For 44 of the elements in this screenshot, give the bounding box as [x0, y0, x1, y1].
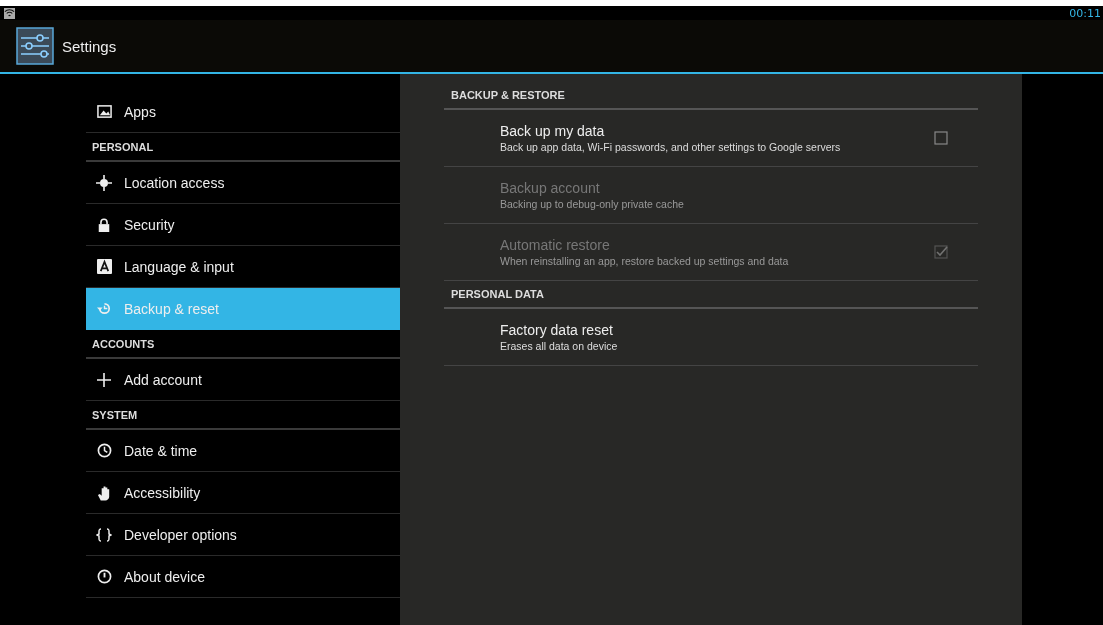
preference-summary: When reinstalling an app, restore backed up settings and data: [500, 255, 790, 267]
preference-title: Automatic restore: [500, 237, 611, 253]
sidebar-item-label: About device: [124, 568, 205, 585]
sidebar-item-label: Language & input: [124, 258, 234, 275]
picture-icon: [96, 103, 112, 120]
sidebar-item[interactable]: Accessibility: [86, 472, 400, 514]
clock-icon: [96, 442, 112, 459]
section-header: PERSONAL DATA: [444, 281, 978, 309]
sidebar-item-label: Apps: [124, 103, 156, 120]
location-icon: [96, 174, 112, 191]
braces-icon: [96, 526, 112, 543]
lock-icon: [96, 216, 112, 233]
preference-row[interactable]: Factory data reset Erases all data on device: [444, 309, 978, 366]
hand-icon: [96, 484, 112, 501]
sidebar-item-label: Security: [124, 216, 175, 233]
plus-icon: [96, 371, 112, 388]
preference-row[interactable]: Back up my data Back up app data, Wi-Fi passwords, and other settings to Google servers: [444, 110, 978, 167]
settings-sliders-icon[interactable]: [16, 27, 54, 65]
sidebar-header: SYSTEM: [86, 401, 400, 430]
restore-icon: [96, 300, 112, 317]
sidebar-item-label: Backup & reset: [124, 300, 219, 317]
preference-title: Factory data reset: [500, 322, 614, 338]
sidebar-item-label: Add account: [124, 371, 202, 388]
sidebar-item-label: Accessibility: [124, 484, 201, 501]
sidebar-item[interactable]: Security: [86, 204, 400, 246]
preference-summary: Back up app data, Wi-Fi passwords, and other settings to Google servers: [500, 141, 842, 153]
sidebar-item-label: Location access: [124, 174, 225, 191]
sidebar-item[interactable]: Apps: [86, 91, 400, 133]
sidebar-item[interactable]: Location access: [86, 162, 400, 204]
preference-summary: Erases all data on device: [500, 340, 619, 352]
section-header: BACKUP & RESTORE: [444, 82, 978, 110]
keyboard-letter-icon: [96, 258, 112, 275]
info-icon: [96, 568, 112, 585]
preference-title: Backup account: [500, 180, 601, 196]
sidebar-item-label: Developer options: [124, 526, 237, 543]
sidebar-header: ACCOUNTS: [86, 330, 400, 359]
checkbox[interactable]: [934, 131, 948, 145]
preference-title: Back up my data: [500, 123, 606, 139]
action-bar-title: Settings: [62, 37, 117, 55]
sidebar-item-label: Date & time: [124, 442, 198, 459]
preference-summary: Backing up to debug-only private cache: [500, 198, 685, 210]
sidebar-item[interactable]: Date & time: [86, 430, 400, 472]
clock: 00:11: [1069, 6, 1101, 20]
sidebar-header: PERSONAL: [86, 133, 400, 162]
